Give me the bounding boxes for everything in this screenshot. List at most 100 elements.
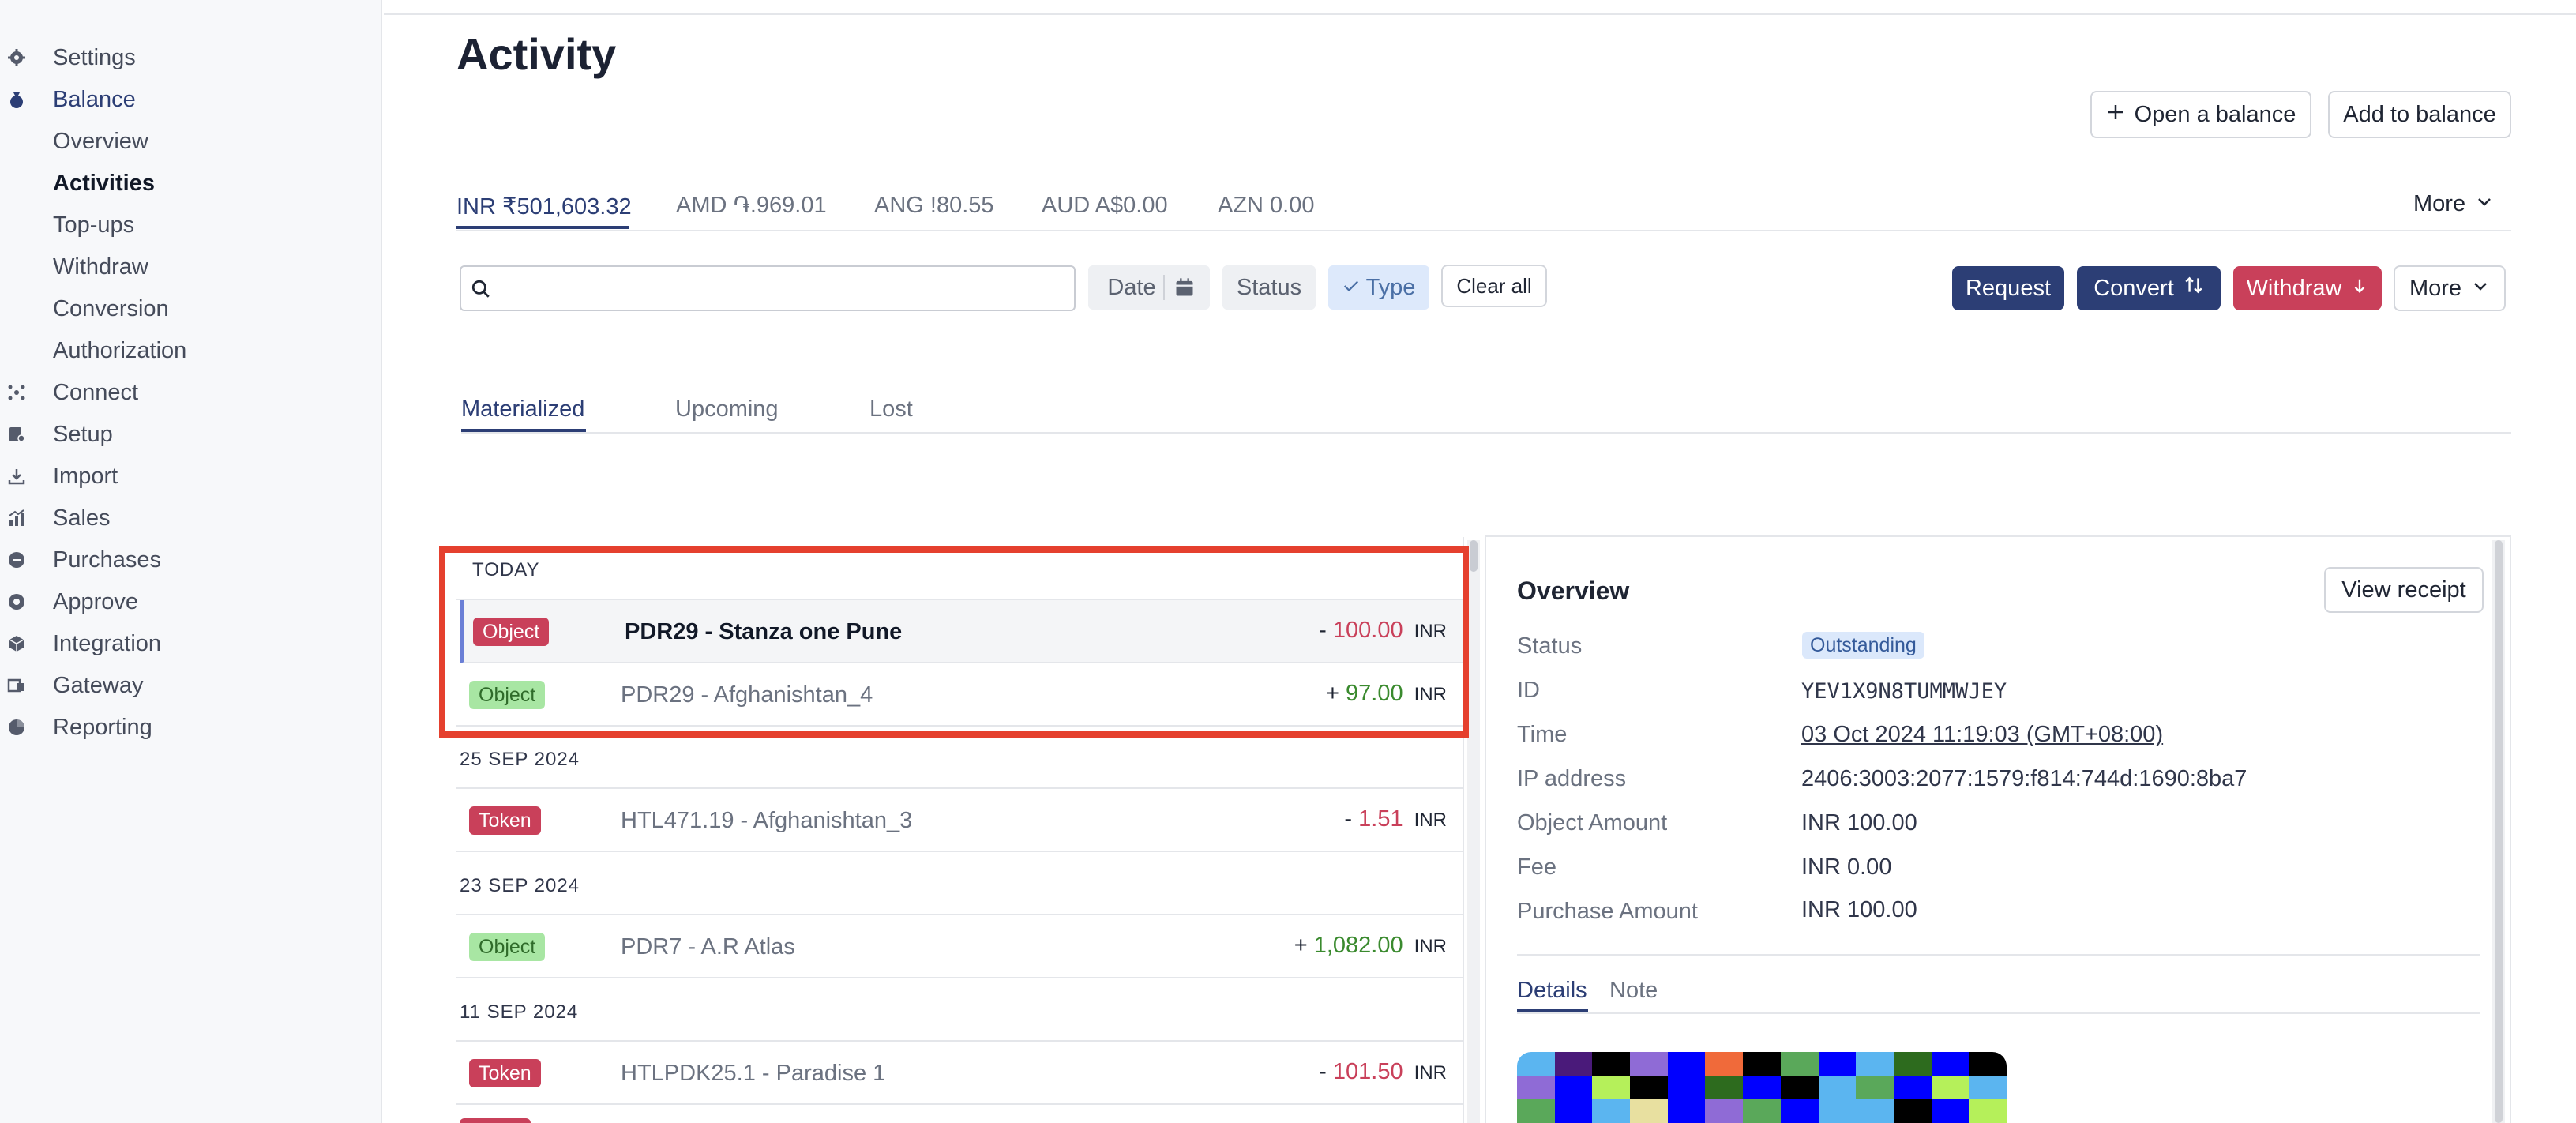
sidebar: Settings Balance Overview Activities Top… [0, 0, 382, 1123]
clear-all-button[interactable]: Clear all [1441, 265, 1547, 307]
search-icon [471, 279, 491, 303]
fee-value: INR 0.00 [1801, 854, 1892, 880]
sidebar-item-connect[interactable]: Connect [0, 374, 382, 411]
sidebar-item-settings[interactable]: Settings [0, 39, 382, 77]
sidebar-item-top-ups[interactable]: Top-ups [0, 206, 382, 244]
add-to-balance-button[interactable]: Add to balance [2328, 91, 2511, 138]
amount-sign: - [1319, 1059, 1327, 1084]
amount-sign: - [1319, 618, 1327, 643]
sidebar-item-overview[interactable]: Overview [0, 122, 382, 160]
table-row[interactable]: Object PDR7 - A.R Atlas + 1,082.00 INR [456, 915, 1463, 978]
row-title: PDR7 - A.R Atlas [621, 934, 795, 960]
sidebar-item-label: Import [53, 463, 118, 489]
time-value[interactable]: 03 Oct 2024 11:19:03 (GMT+08:00) [1801, 722, 2163, 748]
type-badge: Token [469, 1059, 541, 1087]
status-badge: Outstanding [1802, 632, 1924, 659]
amount-sign: + [1294, 933, 1308, 958]
table-row[interactable]: Token HTLPDK25.1 - Paradise 1 - 101.50 I… [456, 1042, 1463, 1105]
sidebar-item-gateway[interactable]: Gateway [0, 667, 382, 704]
type-filter-label: Type [1365, 274, 1416, 300]
scrollbar-thumb[interactable] [1470, 540, 1478, 572]
sidebar-item-label: Gateway [53, 672, 144, 698]
clear-all-label: Clear all [1456, 273, 1532, 298]
sidebar-item-label: Overview [53, 128, 148, 154]
row-amount: + 97.00 INR [1326, 681, 1447, 707]
tab-upcoming[interactable]: Upcoming [675, 396, 779, 423]
fee-label: Fee [1517, 854, 1556, 880]
row-title: PDR29 - Afghanishtan_4 [621, 682, 873, 708]
withdraw-button[interactable]: Withdraw [2233, 266, 2382, 310]
table-row[interactable]: Token HTL471.19 - Afghanishtan_3 - 1.51 … [456, 789, 1463, 852]
type-badge: Object [469, 681, 546, 709]
date-filter-label: Date [1107, 274, 1156, 300]
date-filter[interactable]: Date [1088, 265, 1210, 310]
search-input[interactable] [501, 272, 1065, 305]
actions-more-button[interactable]: More [2394, 265, 2506, 311]
open-balance-button[interactable]: Open a balance [2090, 91, 2311, 138]
row-amount: - 100.00 INR [1319, 618, 1447, 644]
amount-value: 1,082.00 [1313, 933, 1403, 958]
type-filter[interactable]: Type [1328, 265, 1429, 310]
sidebar-item-conversion[interactable]: Conversion [0, 290, 382, 328]
table-row[interactable]: Object PDR29 - Stanza one Pune - 100.00 … [460, 600, 1463, 663]
detail-title: Overview [1517, 577, 1630, 605]
row-title: HTL471.19 - Afghanishtan_3 [621, 808, 913, 833]
ip-address-label: IP address [1517, 766, 1627, 791]
purchase-amount-value: INR 100.00 [1801, 897, 1917, 922]
arrow-down-icon [2351, 276, 2368, 302]
tab-currency-amd[interactable]: AMD ֏.969.01 [676, 193, 827, 219]
tab-currency-aud[interactable]: AUD A$0.00 [1042, 193, 1168, 219]
tab-details[interactable]: Details [1517, 978, 1587, 1004]
group-header: 25 SEP 2024 [460, 749, 580, 770]
table-row[interactable]: Object PDR29 - Afghanishtan_4 + 97.00 IN… [456, 663, 1463, 727]
search-input-wrapper[interactable] [460, 265, 1076, 311]
sidebar-item-withdraw[interactable]: Withdraw [0, 248, 382, 286]
request-button[interactable]: Request [1952, 266, 2064, 310]
actions-more-label: More [2409, 275, 2462, 301]
sidebar-item-label: Top-ups [53, 212, 135, 238]
scrollbar-thumb[interactable] [2495, 540, 2503, 1123]
tab-lost[interactable]: Lost [869, 396, 913, 423]
sidebar-item-purchases[interactable]: Purchases [0, 541, 382, 579]
tab-currency-azn[interactable]: AZN 0.00 [1218, 193, 1315, 219]
amount-currency: INR [1414, 621, 1447, 642]
sidebar-item-label: Integration [53, 630, 162, 656]
tab-materialized[interactable]: Materialized [461, 396, 584, 423]
amount-value: 101.50 [1332, 1059, 1403, 1084]
currency-tab-indicator [456, 226, 629, 229]
tab-currency-inr[interactable]: INR ₹501,603.32 [456, 193, 632, 220]
group-header: 23 SEP 2024 [460, 875, 580, 896]
tab-currency-ang[interactable]: ANG !80.55 [874, 193, 994, 219]
sidebar-item-setup[interactable]: Setup [0, 415, 382, 453]
sidebar-item-authorization[interactable]: Authorization [0, 332, 382, 370]
tab-note[interactable]: Note [1609, 978, 1658, 1004]
status-filter-label: Status [1236, 274, 1302, 300]
sidebar-item-reporting[interactable]: Reporting [0, 708, 382, 746]
sidebar-item-sales[interactable]: Sales [0, 499, 382, 537]
currency-more-button[interactable]: More [2413, 191, 2494, 217]
amount-value: 100.00 [1332, 618, 1403, 643]
sidebar-item-label: Connect [53, 379, 139, 405]
sidebar-item-activities[interactable]: Activities [0, 164, 382, 202]
activity-list-scrollbar[interactable] [1467, 540, 1480, 1123]
status-filter[interactable]: Status [1222, 265, 1316, 310]
row-title: HTLPDK25.1 - Paradise 1 [621, 1061, 886, 1086]
amount-sign: - [1344, 806, 1353, 832]
convert-button[interactable]: Convert [2077, 266, 2221, 310]
sidebar-item-integration[interactable]: Integration [0, 625, 382, 663]
time-label: Time [1517, 722, 1568, 747]
detail-scrollbar[interactable] [2492, 540, 2505, 1123]
status-label: Status [1517, 633, 1583, 659]
row-amount: - 101.50 INR [1319, 1059, 1447, 1085]
sidebar-item-label: Setup [53, 421, 113, 447]
view-receipt-button[interactable]: View receipt [2324, 567, 2484, 613]
sidebar-item-approve[interactable]: Approve [0, 583, 382, 621]
sales-chart-icon [6, 508, 27, 528]
row-amount: + 1,082.00 INR [1294, 933, 1447, 959]
sidebar-item-import[interactable]: Import [0, 457, 382, 495]
sidebar-item-label: Activities [53, 170, 155, 196]
sidebar-item-balance[interactable]: Balance [0, 81, 382, 118]
import-icon [6, 466, 27, 486]
amount-currency: INR [1414, 684, 1447, 705]
gear-icon [6, 47, 27, 68]
